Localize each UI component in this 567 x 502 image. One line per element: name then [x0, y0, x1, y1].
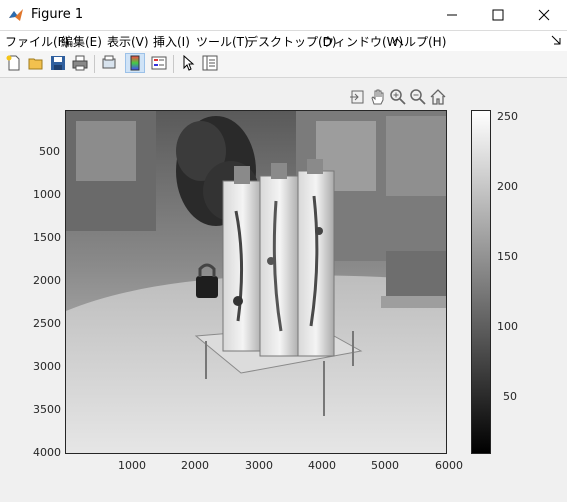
y-tick-label: 500: [39, 145, 60, 158]
close-icon: [538, 9, 550, 21]
edit-plot-button[interactable]: [178, 53, 198, 73]
y-tick-label: 1500: [33, 231, 61, 244]
window-title: Figure 1: [31, 7, 84, 22]
menu-file[interactable]: ファイル(F): [5, 33, 69, 50]
x-tick-label: 3000: [245, 459, 273, 472]
colorbar-tick-label: 200: [497, 180, 518, 193]
y-tick-label: 3000: [33, 360, 61, 373]
maximize-button[interactable]: [475, 0, 521, 30]
y-tick-label: 1000: [33, 188, 61, 201]
menu-bar: ファイル(F) 編集(E) 表示(V) 挿入(I) ツール(T) デスクトップ(…: [0, 31, 567, 51]
x-tick-label: 1000: [118, 459, 146, 472]
property-inspector-icon: [202, 55, 218, 71]
menu-edit[interactable]: 編集(E): [61, 33, 102, 50]
title-bar: Figure 1: [0, 0, 567, 31]
colorbar-tick-label: 50: [503, 390, 517, 403]
menu-insert[interactable]: 挿入(I): [153, 33, 190, 50]
image-axes[interactable]: [65, 110, 447, 454]
zoom-out-icon[interactable]: [409, 88, 427, 106]
print-preview-button[interactable]: [99, 53, 119, 73]
save-button[interactable]: [48, 53, 68, 73]
figure-toolbar: [0, 51, 567, 78]
home-restore-view-icon[interactable]: [429, 88, 447, 106]
grayscale-photo: [66, 111, 446, 453]
toolbar-separator: [94, 55, 95, 73]
matlab-icon: [9, 9, 23, 21]
property-inspector-button[interactable]: [200, 53, 220, 73]
y-tick-label: 4000: [33, 446, 61, 459]
close-button[interactable]: [521, 0, 567, 30]
minimize-icon: [447, 14, 457, 16]
maximize-icon: [492, 9, 504, 21]
insert-colorbar-button[interactable]: [125, 53, 145, 73]
y-tick-label: 3500: [33, 403, 61, 416]
colorbar-tick-label: 150: [497, 250, 518, 263]
save-icon: [51, 56, 65, 70]
print-button[interactable]: [70, 53, 90, 73]
x-tick-label: 4000: [308, 459, 336, 472]
pan-hand-icon[interactable]: [369, 88, 387, 106]
legend-icon: [151, 56, 167, 70]
colorbar-icon: [130, 55, 140, 71]
minimize-button[interactable]: [429, 0, 475, 30]
x-tick-label: 2000: [181, 459, 209, 472]
print-icon: [72, 55, 88, 71]
toolbar-separator: [173, 55, 174, 73]
colorbar-tick-label: 100: [497, 320, 518, 333]
export-icon[interactable]: [349, 88, 367, 106]
zoom-in-icon[interactable]: [389, 88, 407, 106]
x-tick-label: 5000: [371, 459, 399, 472]
y-tick-label: 2500: [33, 317, 61, 330]
x-tick-label: 6000: [435, 459, 463, 472]
y-tick-label: 2000: [33, 274, 61, 287]
open-folder-icon: [28, 58, 43, 70]
new-file-icon: [6, 55, 20, 71]
menu-view[interactable]: 表示(V): [107, 33, 149, 50]
undock-arrow-icon[interactable]: [551, 35, 561, 45]
open-file-button[interactable]: [26, 53, 46, 73]
menu-help[interactable]: ヘルプ(H): [392, 33, 446, 50]
link-plot-icon: [102, 55, 116, 69]
insert-legend-button[interactable]: [149, 53, 169, 73]
pointer-arrow-icon: [183, 55, 195, 71]
colorbar[interactable]: [471, 110, 491, 454]
new-figure-button[interactable]: [4, 53, 24, 73]
menu-tools[interactable]: ツール(T): [196, 33, 249, 50]
colorbar-tick-label: 250: [497, 110, 518, 123]
